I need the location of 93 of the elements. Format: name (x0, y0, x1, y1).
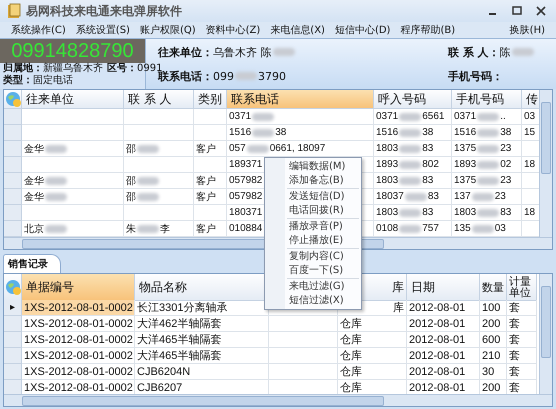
table-cell: 2012-08-01 (407, 364, 480, 380)
cell-text: 1516 (229, 127, 252, 138)
table-cell: 套 (507, 364, 537, 380)
table-cell: 2012-08-01 (407, 300, 480, 316)
table-cell: CJB6204N (135, 364, 269, 380)
table-cell: 客户 (194, 173, 227, 189)
cell-text: 李 (160, 222, 170, 236)
field-value: 固定电话 (33, 75, 73, 87)
row-indicator: ▸ (10, 302, 16, 313)
cell-text: 38 (500, 127, 512, 138)
cell-text: 057 (229, 143, 246, 154)
cell-text: 38 (275, 127, 286, 138)
table-cell: 套 (507, 300, 537, 316)
cell-text: 邵 (126, 174, 136, 188)
cell-text: 1516 (376, 127, 398, 138)
table-cell: 30 (480, 364, 507, 380)
cell-text: 83 (428, 191, 439, 202)
cell-text: 北京 (24, 222, 44, 236)
cell-text: 03 (494, 223, 506, 234)
cell-text: 1803 (454, 207, 476, 218)
table-cell: 1XS-2012-08-01-0002 (22, 364, 135, 380)
cell-text: 757 (422, 223, 439, 234)
cell-text: .. (500, 111, 506, 122)
cell-text: 6561 (422, 111, 444, 122)
table-cell: 套 (507, 316, 537, 332)
cell-text: 1803 (376, 143, 398, 154)
cell-text: 1516 (454, 127, 476, 138)
cell-text: 1375 (454, 175, 476, 186)
table-cell: 大洋465半轴隔套 (135, 348, 269, 364)
cell-text: 0371 (376, 111, 398, 122)
cell-text: 金华 (24, 190, 44, 204)
cell-text: 1803 (376, 207, 398, 218)
cell-text: 18037 (376, 191, 404, 202)
cell-text: 1375 (454, 143, 476, 154)
cell-text: 1893 (376, 159, 398, 170)
cell-text: 金华 (24, 174, 44, 188)
table-cell: 2012-08-01 (407, 332, 480, 348)
cell-text: 邵 (126, 190, 136, 204)
cell-text: 乌鲁木齐 陈 (213, 44, 272, 60)
cell-text: 朱 (126, 222, 136, 236)
field-label: 联系电话： (158, 70, 213, 84)
cell-text: 23 (500, 175, 512, 186)
cell-text: 23 (500, 143, 512, 154)
cell-text: 83 (422, 175, 434, 186)
field-value: 新疆乌鲁木齐 (43, 63, 103, 74)
cell-text: 陈 (500, 44, 511, 60)
table-cell: 1XS-2012-08-01-0002 (22, 316, 135, 332)
table-cell: 大洋462半轴隔套 (135, 316, 269, 332)
cell-text: 金华 (24, 142, 44, 156)
cell-text: 23 (494, 191, 506, 202)
cell-text: 1803 (376, 175, 398, 186)
table-cell: 600 (480, 332, 507, 348)
table-cell: 2012-08-01 (407, 348, 480, 364)
cell-text: 83 (500, 207, 512, 218)
table-cell: 200 (480, 316, 507, 332)
cell-text: 0661, 18097 (270, 143, 326, 154)
caller-number: 09914828790 (0, 39, 145, 63)
table-cell: 1XS-2012-08-01-0002 (22, 348, 135, 364)
field-label: 归属地： (3, 63, 43, 74)
field-label: 联 系 人： (448, 44, 500, 60)
cell-text: 02 (500, 159, 512, 170)
field-label: 往来单位： (158, 44, 213, 60)
window-title: 易网科技来电通来电弹屏软件 (26, 2, 183, 20)
table-cell: 仓库 (338, 348, 407, 364)
cell-text: 135 (454, 223, 471, 234)
cell-text: 38 (422, 127, 434, 138)
cell-text: 099 (213, 70, 234, 82)
field-label: 区号： (107, 63, 137, 75)
cell-text: 0371 (454, 111, 476, 122)
cell-text: 0108 (376, 223, 398, 234)
cell-text: 1893 (454, 159, 476, 170)
cell-text: 邵 (126, 142, 136, 156)
table-cell: 仓库 (338, 364, 407, 380)
cell-text: 0371 (229, 111, 252, 122)
cell-text: 83 (422, 143, 434, 154)
cell-text: 83 (422, 207, 434, 218)
table-cell: 2012-08-01 (407, 316, 480, 332)
table-cell: 套 (507, 332, 537, 348)
cell-text: 802 (422, 159, 439, 170)
table-cell: 仓库 (338, 316, 407, 332)
table-cell: 套 (507, 348, 537, 364)
table-cell: 210 (480, 348, 507, 364)
field-label: 类型： (3, 75, 33, 87)
cell-text: 137 (454, 191, 471, 202)
table-cell: 客户 (194, 141, 227, 157)
table-cell: 100 (480, 300, 507, 316)
table-cell: 1XS-2012-08-01-0002 (22, 332, 135, 348)
cell-text: 3790 (258, 70, 286, 82)
table-cell: 客户 (194, 189, 227, 205)
table-cell: 1XS-2012-08-01-0002 (22, 300, 135, 316)
field-label: 手机号码： (448, 68, 503, 84)
table-cell: 大洋465半轴隔套 (135, 332, 269, 348)
table-cell: 仓库 (338, 332, 407, 348)
